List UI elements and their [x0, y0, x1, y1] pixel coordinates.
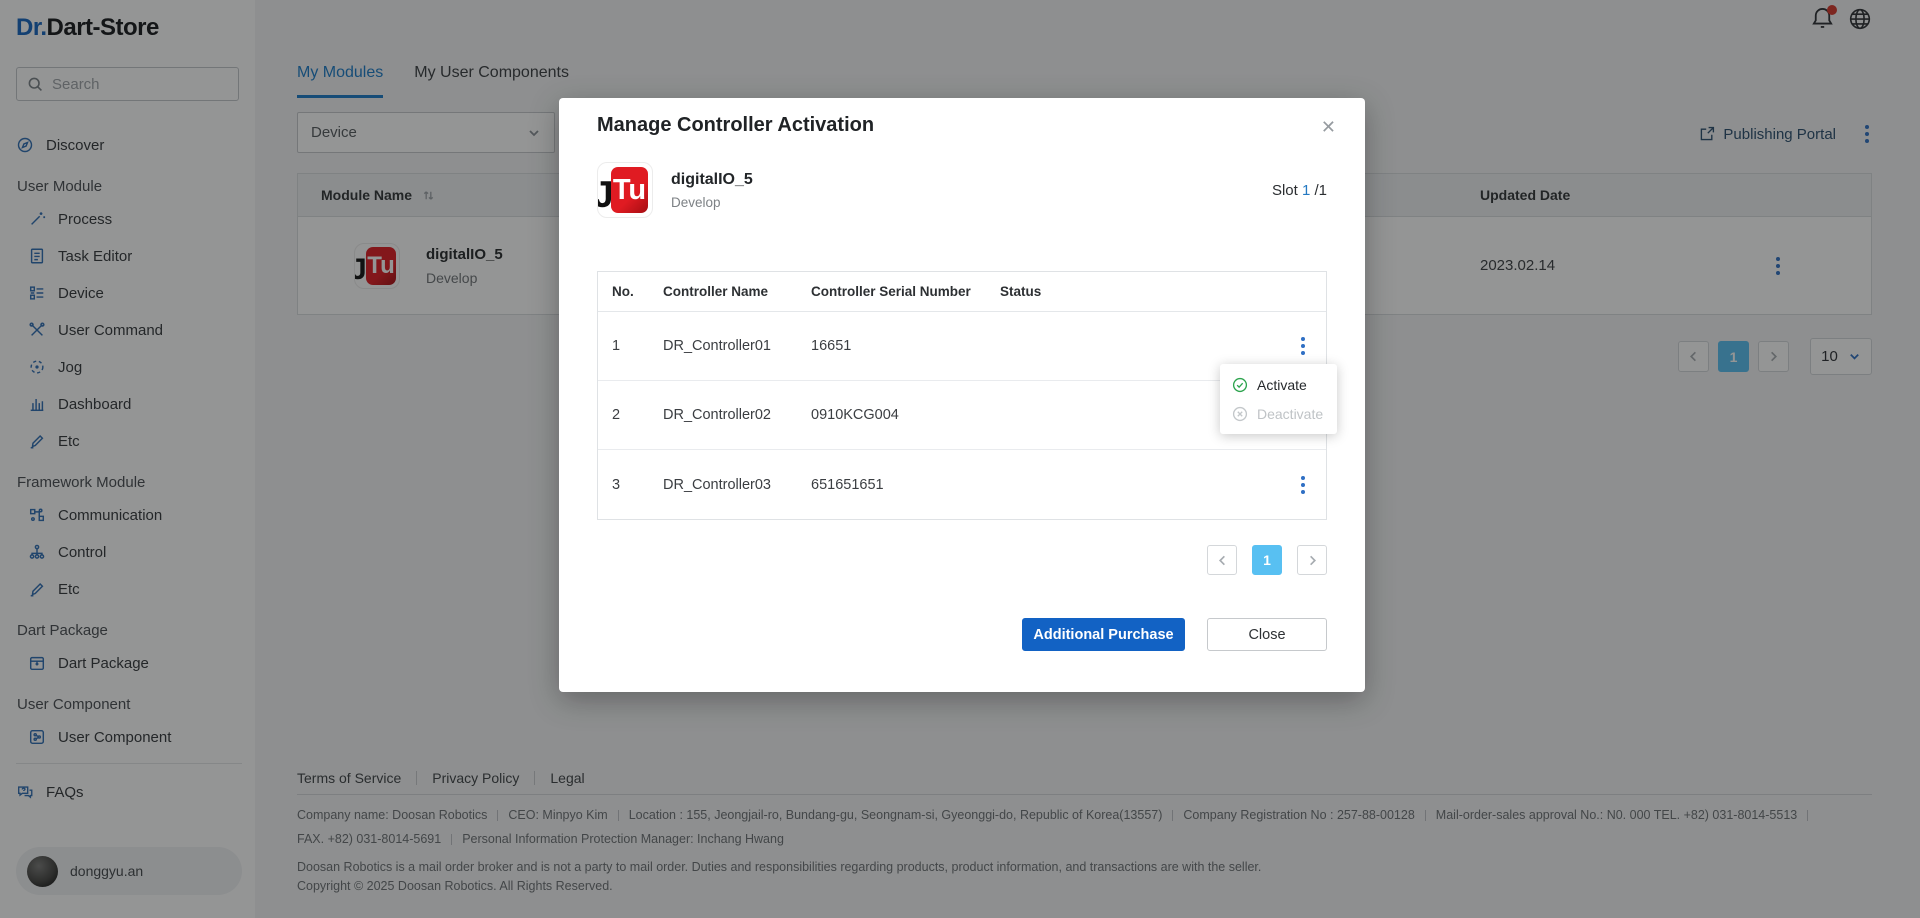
modal-pagination: 1: [1207, 545, 1327, 575]
column-controller-name: Controller Name: [663, 284, 811, 299]
controllers-table: No. Controller Name Controller Serial Nu…: [597, 271, 1327, 520]
module-type: Develop: [671, 195, 753, 210]
column-status: Status: [994, 284, 1174, 299]
module-icon: J Tu: [597, 162, 653, 218]
controller-row-3: 3 DR_Controller03 651651651: [598, 450, 1326, 519]
row-context-menu: Activate Deactivate: [1220, 364, 1337, 434]
menu-item-activate[interactable]: Activate: [1220, 370, 1337, 399]
check-circle-icon: [1232, 377, 1248, 393]
x-circle-icon: [1232, 406, 1248, 422]
controllers-table-header: No. Controller Name Controller Serial Nu…: [598, 272, 1326, 312]
controller-row-2: 2 DR_Controller02 0910KCG004: [598, 381, 1326, 450]
slot-current: 1: [1302, 182, 1310, 199]
module-name: digitalIO_5: [671, 171, 753, 189]
slot-indicator: Slot 1 /1: [1272, 182, 1327, 199]
column-no: No.: [598, 284, 663, 299]
modal-module-summary: J Tu digitalIO_5 Develop Slot 1 /1: [597, 162, 1327, 218]
menu-item-deactivate[interactable]: Deactivate: [1220, 399, 1337, 428]
modal-actions: Additional Purchase Close: [1022, 618, 1327, 651]
slot-total: /1: [1314, 182, 1327, 199]
prev-page-button[interactable]: [1207, 545, 1237, 575]
close-icon[interactable]: ✕: [1317, 113, 1340, 142]
column-serial-number: Controller Serial Number: [811, 284, 994, 299]
page-1-button[interactable]: 1: [1252, 545, 1282, 575]
modal-title: Manage Controller Activation: [597, 98, 1327, 137]
row-kebab-menu-icon[interactable]: [1298, 334, 1308, 358]
additional-purchase-button[interactable]: Additional Purchase: [1022, 618, 1185, 651]
manage-controller-activation-modal: Manage Controller Activation ✕ J Tu digi…: [559, 98, 1365, 692]
next-page-button[interactable]: [1297, 545, 1327, 575]
controller-row-1: 1 DR_Controller01 16651: [598, 312, 1326, 381]
close-button[interactable]: Close: [1207, 618, 1327, 651]
row-kebab-menu-icon[interactable]: [1298, 473, 1308, 497]
module-text: digitalIO_5 Develop: [671, 171, 753, 210]
